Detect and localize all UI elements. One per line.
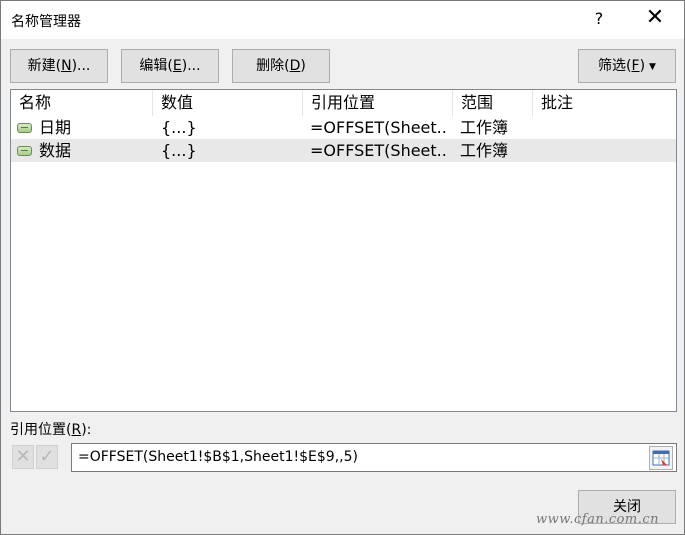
title-bar: 名称管理器 ? ✕ bbox=[1, 1, 684, 39]
new-button-suffix: ... bbox=[77, 58, 91, 74]
column-header-name[interactable]: 名称 bbox=[11, 90, 153, 116]
row-comment bbox=[540, 139, 670, 162]
new-button-label: 新建 bbox=[27, 58, 56, 74]
refers-to-label-key: R bbox=[71, 422, 82, 438]
refers-to-label-text: 引用位置 bbox=[10, 422, 66, 438]
new-button[interactable]: 新建(N)... bbox=[10, 49, 108, 83]
delete-button-label: 删除 bbox=[256, 58, 285, 74]
filter-button[interactable]: 筛选(F) ▼ bbox=[578, 49, 676, 83]
new-button-key: N bbox=[61, 58, 72, 74]
delete-button-key: D bbox=[289, 58, 301, 74]
row-value: {...} bbox=[161, 141, 197, 160]
delete-button[interactable]: 删除(D) bbox=[232, 49, 330, 83]
names-list[interactable]: 名称 数值 引用位置 范围 批注 日期 {...} =OFFSET(Sheet.… bbox=[10, 89, 677, 412]
edit-button[interactable]: 编辑(E)... bbox=[121, 49, 219, 83]
row-name: 日期 bbox=[39, 118, 72, 137]
edit-button-label: 编辑 bbox=[139, 58, 168, 74]
column-header-comment[interactable]: 批注 bbox=[533, 90, 676, 116]
refers-to-label: 引用位置(R): bbox=[10, 422, 92, 438]
collapse-dialog-button[interactable] bbox=[649, 446, 673, 470]
table-row[interactable]: 日期 {...} =OFFSET(Sheet... 工作簿 bbox=[11, 116, 676, 139]
row-value: {...} bbox=[161, 118, 197, 137]
refers-to-input[interactable]: =OFFSET(Sheet1!$B$1,Sheet1!$E$9,,5) bbox=[71, 443, 677, 472]
row-scope: 工作簿 bbox=[460, 118, 509, 137]
dropdown-arrow-icon: ▼ bbox=[649, 62, 656, 72]
row-name: 数据 bbox=[39, 141, 72, 160]
named-range-icon bbox=[17, 123, 32, 133]
edit-button-key: E bbox=[172, 58, 182, 74]
list-header: 名称 数值 引用位置 范围 批注 bbox=[11, 90, 676, 116]
row-refers-to: =OFFSET(Sheet... bbox=[310, 118, 448, 137]
close-window-button[interactable]: ✕ bbox=[642, 6, 668, 32]
row-scope: 工作簿 bbox=[460, 141, 509, 160]
cancel-edit-icon[interactable]: ✕ bbox=[12, 445, 34, 469]
column-header-refers-to[interactable]: 引用位置 bbox=[303, 90, 453, 116]
filter-button-key: F bbox=[631, 58, 640, 74]
column-header-scope[interactable]: 范围 bbox=[453, 90, 533, 116]
row-comment bbox=[540, 116, 670, 139]
named-range-icon bbox=[17, 146, 32, 156]
range-select-icon bbox=[652, 450, 670, 466]
watermark: www.cfan.com.cn bbox=[536, 512, 660, 527]
dialog-title: 名称管理器 bbox=[11, 14, 81, 30]
help-button[interactable]: ? bbox=[591, 9, 607, 29]
column-header-value[interactable]: 数值 bbox=[153, 90, 303, 116]
row-refers-to: =OFFSET(Sheet... bbox=[310, 141, 448, 160]
edit-button-suffix: ... bbox=[187, 58, 201, 74]
name-manager-dialog: 名称管理器 ? ✕ 新建(N)... 编辑(E)... 删除(D) 筛选(F) ▼… bbox=[0, 0, 685, 535]
confirm-edit-icon[interactable]: ✓ bbox=[36, 445, 58, 469]
table-row[interactable]: 数据 {...} =OFFSET(Sheet... 工作簿 bbox=[11, 139, 676, 162]
filter-button-label: 筛选 bbox=[598, 58, 627, 74]
